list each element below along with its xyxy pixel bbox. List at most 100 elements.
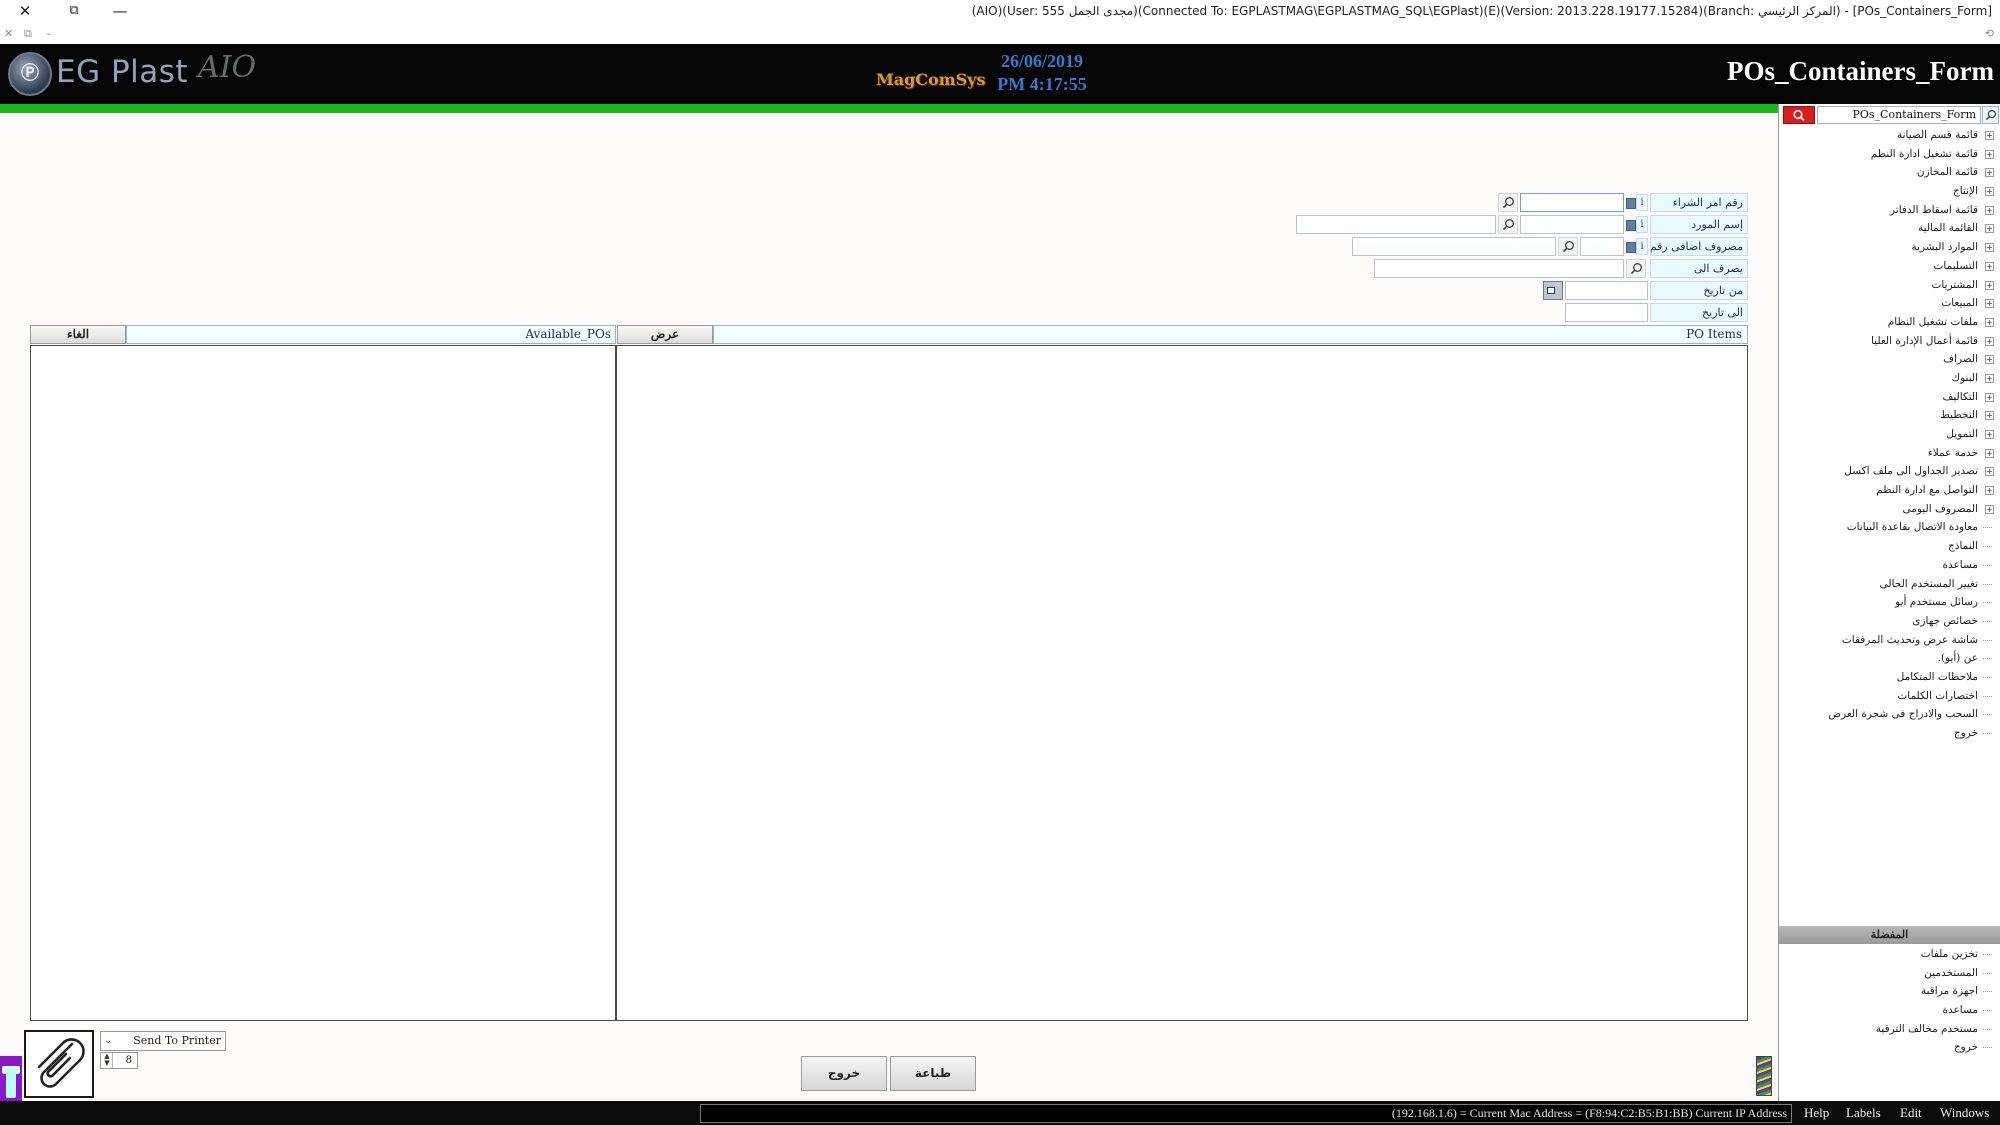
sidebar-tree-item[interactable]: + المصروف اليومى <box>1778 500 2000 519</box>
side-launcher-icon[interactable] <box>0 1056 22 1101</box>
sidebar-tree-item[interactable]: + المشتريات <box>1778 276 2000 295</box>
favorites-item[interactable]: مساعدة <box>1778 1001 2000 1020</box>
favorites-item[interactable]: المستخدمين <box>1778 964 2000 983</box>
sidebar-tree-item[interactable]: مساعدة <box>1778 556 2000 575</box>
sidebar-tree-item[interactable]: + خدمة عملاء <box>1778 444 2000 463</box>
favorites-item[interactable]: اجهزة مراقبة <box>1778 982 2000 1001</box>
expand-icon[interactable]: + <box>1985 131 1994 140</box>
window-close-icon[interactable]: ✕ <box>13 0 37 22</box>
po-number-lookup-icon[interactable] <box>1626 198 1636 209</box>
menu-help[interactable]: Help <box>1804 1105 1829 1121</box>
extra-expense-description-input[interactable] <box>1352 237 1556 256</box>
sidebar-tree-item[interactable]: النماذج <box>1778 537 2000 556</box>
supplier-lookup-icon[interactable] <box>1626 220 1636 231</box>
sidebar-tree-item[interactable]: + التخطيط <box>1778 406 2000 425</box>
sidebar-tree-item[interactable]: + المبيعات <box>1778 294 2000 313</box>
sidebar-tree-item[interactable]: اختصارات الكلمات <box>1778 687 2000 706</box>
expand-icon[interactable]: + <box>1985 261 1994 271</box>
sidebar-tree-item[interactable]: + الصراف <box>1778 350 2000 369</box>
expense-to-input[interactable] <box>1374 259 1624 278</box>
menu-labels[interactable]: Labels <box>1846 1105 1881 1121</box>
sidebar-tree-item[interactable]: + التسليمات <box>1778 257 2000 276</box>
extra-expense-lookup-icon[interactable] <box>1626 242 1636 253</box>
expand-icon[interactable]: + <box>1985 411 1994 421</box>
to-date-input[interactable] <box>1565 303 1648 322</box>
po-number-info-icon[interactable]: i <box>1636 194 1648 211</box>
po-number-input[interactable] <box>1520 193 1624 212</box>
po-items-grid[interactable] <box>616 345 1748 1021</box>
sidebar-tree-item[interactable]: + قائمة المخازن <box>1778 163 2000 182</box>
expand-icon[interactable]: + <box>1985 187 1994 197</box>
sidebar-tree-item[interactable]: رسائل مستخدم أيو <box>1778 593 2000 612</box>
expand-icon[interactable]: + <box>1985 467 1994 477</box>
sidebar-tree-item[interactable]: + قائمة قسم الصيانة <box>1778 126 2000 145</box>
mdi-close-icon[interactable]: ✕ <box>4 27 13 40</box>
show-button[interactable]: عرض <box>617 325 713 344</box>
cancel-button[interactable]: الغاء <box>30 325 126 344</box>
sidebar-tree-item[interactable]: + التكاليف <box>1778 388 2000 407</box>
sidebar-tree-item[interactable]: + قائمة اسقاط الدفاتر <box>1778 201 2000 220</box>
expand-icon[interactable]: + <box>1985 280 1994 290</box>
sidebar-tree-item[interactable]: + البنوك <box>1778 369 2000 388</box>
mdi-restore-icon[interactable]: ⧉ <box>24 27 32 41</box>
expand-icon[interactable]: + <box>1985 373 1994 383</box>
sidebar-search-button[interactable] <box>1783 106 1815 124</box>
sidebar-tree-item[interactable]: + القائمة المالية <box>1778 219 2000 238</box>
extra-expense-search-icon[interactable] <box>1558 237 1578 256</box>
calendar-icon[interactable] <box>1543 281 1563 300</box>
attachment-button[interactable] <box>24 1030 94 1098</box>
sidebar-tree-item[interactable]: شاشة عرض وتحديث المرفقات <box>1778 631 2000 650</box>
window-restore-icon[interactable]: ⧉ <box>62 0 86 22</box>
stepper-arrows-icon[interactable]: ▲ ▼ <box>102 1053 113 1068</box>
expand-icon[interactable]: + <box>1985 224 1994 234</box>
window-minimize-icon[interactable]: — <box>108 0 132 22</box>
expand-icon[interactable]: + <box>1985 149 1994 159</box>
from-date-input[interactable] <box>1565 281 1648 300</box>
expense-to-search-icon[interactable] <box>1626 259 1646 278</box>
supplier-search-icon[interactable] <box>1498 215 1518 234</box>
sidebar-tree-item[interactable]: معاودة الاتصال بقاعدة البيانات <box>1778 518 2000 537</box>
po-number-search-icon[interactable] <box>1498 193 1518 212</box>
favorites-item[interactable]: خروج <box>1778 1038 2000 1057</box>
sidebar-tree-item[interactable]: خروج <box>1778 724 2000 743</box>
extra-expense-info-icon[interactable]: i <box>1636 238 1648 255</box>
sidebar-tree-item[interactable]: + الموارد البشرية <box>1778 238 2000 257</box>
mdi-refresh-icon[interactable]: ⟲ <box>1985 27 1994 40</box>
expand-icon[interactable]: + <box>1985 486 1994 496</box>
supplier-info-icon[interactable]: i <box>1636 216 1648 233</box>
expand-icon[interactable]: + <box>1985 336 1994 346</box>
search-icon[interactable] <box>1982 106 1999 124</box>
sidebar-tree-item[interactable]: السحب والادراج فى شجرة العرض <box>1778 705 2000 724</box>
expand-icon[interactable]: + <box>1985 205 1994 215</box>
menu-windows[interactable]: Windows <box>1940 1105 1989 1121</box>
mdi-minimize-icon[interactable]: – <box>46 27 52 40</box>
supplier-code-input[interactable] <box>1520 215 1624 234</box>
exit-button[interactable]: خروج <box>801 1056 887 1091</box>
sidebar-tree-item[interactable]: + قائمة تشغيل ادارة النظم <box>1778 145 2000 164</box>
supplier-name-input[interactable] <box>1296 215 1496 234</box>
expand-icon[interactable]: + <box>1985 430 1994 439</box>
expand-icon[interactable]: + <box>1985 448 1994 458</box>
menu-edit[interactable]: Edit <box>1900 1105 1922 1121</box>
sidebar-tree-item[interactable]: + الإنتاج <box>1778 182 2000 201</box>
expand-icon[interactable]: + <box>1985 504 1994 514</box>
expand-icon[interactable]: + <box>1985 355 1994 365</box>
available-pos-grid[interactable] <box>30 345 616 1021</box>
sidebar-tree-item[interactable]: + التواصل مع ادارة النظم <box>1778 481 2000 500</box>
extra-expense-number-input[interactable] <box>1580 237 1624 256</box>
favorites-item[interactable]: مستخدم مخالف الترقية <box>1778 1020 2000 1039</box>
sidebar-tree-item[interactable]: + ملفات تشغيل النظام <box>1778 313 2000 332</box>
expand-icon[interactable]: + <box>1985 168 1994 178</box>
copies-stepper[interactable]: ▲ ▼ 8 <box>100 1052 138 1069</box>
sidebar-tree-item[interactable]: ملاحظات المتكامل <box>1778 668 2000 687</box>
expand-icon[interactable]: + <box>1985 392 1994 402</box>
sidebar-tree-item[interactable]: + التمويل <box>1778 425 2000 444</box>
sidebar-tree-item[interactable]: + قائمة أعمال الإدارة العليا <box>1778 332 2000 351</box>
sidebar-tree-item[interactable]: + تصدير الجداول الى ملف اكسل <box>1778 462 2000 481</box>
sidebar-tree-item[interactable]: تغيير المستخدم الحالى <box>1778 575 2000 594</box>
sidebar-search-input[interactable]: POs_Containers_Form <box>1817 106 1981 124</box>
expand-icon[interactable]: + <box>1985 243 1994 253</box>
print-button[interactable]: طباعة <box>890 1056 976 1091</box>
sidebar-tree-item[interactable]: خصائص جهازى <box>1778 612 2000 631</box>
expand-icon[interactable]: + <box>1985 299 1994 309</box>
